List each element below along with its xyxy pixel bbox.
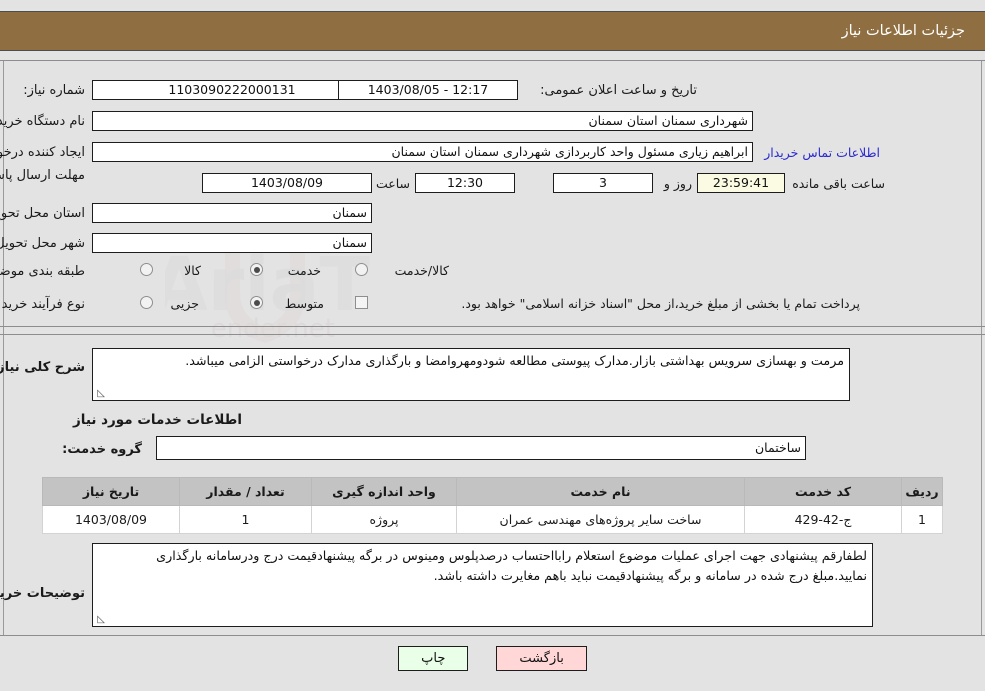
table-header-row: ردیف کد خدمت نام خدمت واحد اندازه گیری ت… [42,477,943,506]
page-root: جزئیات اطلاعات نیاز AriaT ender.net شمار… [0,0,985,691]
buyer-notes-textarea[interactable]: لطفارقم پیشنهادی جهت اجرای عملیات موضوع … [92,543,873,627]
announce-value[interactable]: 12:17 - 1403/08/05 [338,80,518,100]
radio-process-minor[interactable] [140,296,153,309]
hour-label: ساعت [375,176,410,191]
radio-category-service-label: خدمت [287,263,321,278]
buyer-contact-link[interactable]: اطلاعات تماس خریدار [764,145,880,160]
services-table-wrap: ردیف کد خدمت نام خدمت واحد اندازه گیری ت… [42,477,943,534]
radio-process-minor-label: جزیی [170,296,199,311]
buyer-notes-label: توضیحات خریدار: [0,586,85,601]
buyer-org-value[interactable]: شهرداری سمنان استان سمنان [92,111,753,131]
service-group-value[interactable]: ساختمان [156,436,806,460]
services-table: ردیف کد خدمت نام خدمت واحد اندازه گیری ت… [42,477,943,534]
th-code: کد خدمت [744,477,902,506]
cell-qty: 1 [179,505,312,534]
radio-category-service[interactable] [250,263,263,276]
resize-grip-icon[interactable]: ◺ [95,389,105,399]
radio-category-goods[interactable] [140,263,153,276]
th-date: تاریخ نیاز [42,477,180,506]
buyer-notes-text: لطفارقم پیشنهادی جهت اجرای عملیات موضوع … [156,548,867,583]
remaining-label: ساعت باقی مانده [792,176,885,191]
province-label: استان محل تحویل: [0,206,85,221]
cell-code: ج-42-429 [744,505,902,534]
radio-process-medium[interactable] [250,296,263,309]
province-value[interactable]: سمنان [92,203,372,223]
buyer-org-label: نام دستگاه خریدار: [0,114,85,129]
deadline-date[interactable]: 1403/08/09 [202,173,372,193]
divider-bottom [0,635,985,636]
city-value[interactable]: سمنان [92,233,372,253]
description-textarea[interactable]: مرمت و بهسازی سرویس بهداشتی بازار.مدارک … [92,348,850,401]
announce-label: تاریخ و ساعت اعلان عمومی: [540,83,697,98]
deadline-label: مهلت ارسال پاسخ: تا تاریخ: [0,168,85,183]
divider-top [0,60,985,61]
service-group-label: گروه خدمت: [62,442,142,457]
countdown-timer: 23:59:41 [697,173,785,193]
creator-label: ایجاد کننده درخواست: [0,145,85,160]
days-label: روز و [663,176,692,191]
need-number-label: شماره نیاز: [23,83,85,98]
cell-date: 1403/08/09 [42,505,180,534]
resize-grip-icon[interactable]: ◺ [95,615,105,625]
back-button[interactable]: بازگشت [496,646,587,671]
need-number-value[interactable]: 1103090222000131 [92,80,372,100]
page-header: جزئیات اطلاعات نیاز [0,11,985,51]
divider-after-basics-2 [0,334,985,335]
deadline-time[interactable]: 12:30 [415,173,515,193]
th-unit: واحد اندازه گیری [311,477,457,506]
services-section-title: اطلاعات خدمات مورد نیاز [72,412,242,428]
creator-value[interactable]: ابراهیم زیاری مسئول واحد کاربردازی شهردا… [92,142,753,162]
th-qty: تعداد / مقدار [179,477,312,506]
days-remaining-value[interactable]: 3 [553,173,653,193]
radio-category-goods-service-label: کالا/خدمت [394,263,449,278]
table-row[interactable]: 1 ج-42-429 ساخت سایر پروژه‌های مهندسی عم… [42,505,943,534]
th-row: ردیف [901,477,943,506]
divider-after-basics [0,326,985,327]
category-label: طبقه بندی موضوعی: [0,264,85,279]
process-label: نوع فرآیند خرید : [0,297,85,312]
th-name: نام خدمت [456,477,745,506]
cell-unit: پروژه [311,505,457,534]
print-button[interactable]: چاپ [398,646,469,671]
city-label: شهر محل تحویل: [0,236,85,251]
cell-row: 1 [901,505,943,534]
cell-name: ساخت سایر پروژه‌های مهندسی عمران [456,505,745,534]
description-text: مرمت و بهسازی سرویس بهداشتی بازار.مدارک … [185,353,844,368]
radio-process-medium-label: متوسط [284,296,324,311]
treasury-bond-note: پرداخت تمام یا بخشی از مبلغ خرید،از محل … [461,296,860,311]
radio-category-goods-label: کالا [184,263,201,278]
footer-button-bar: بازگشت چاپ [0,646,985,671]
radio-category-goods-service[interactable] [355,263,368,276]
page-title: جزئیات اطلاعات نیاز [841,23,965,39]
treasury-bond-checkbox[interactable] [355,296,368,309]
description-label: شرح کلی نیاز: [0,360,85,375]
